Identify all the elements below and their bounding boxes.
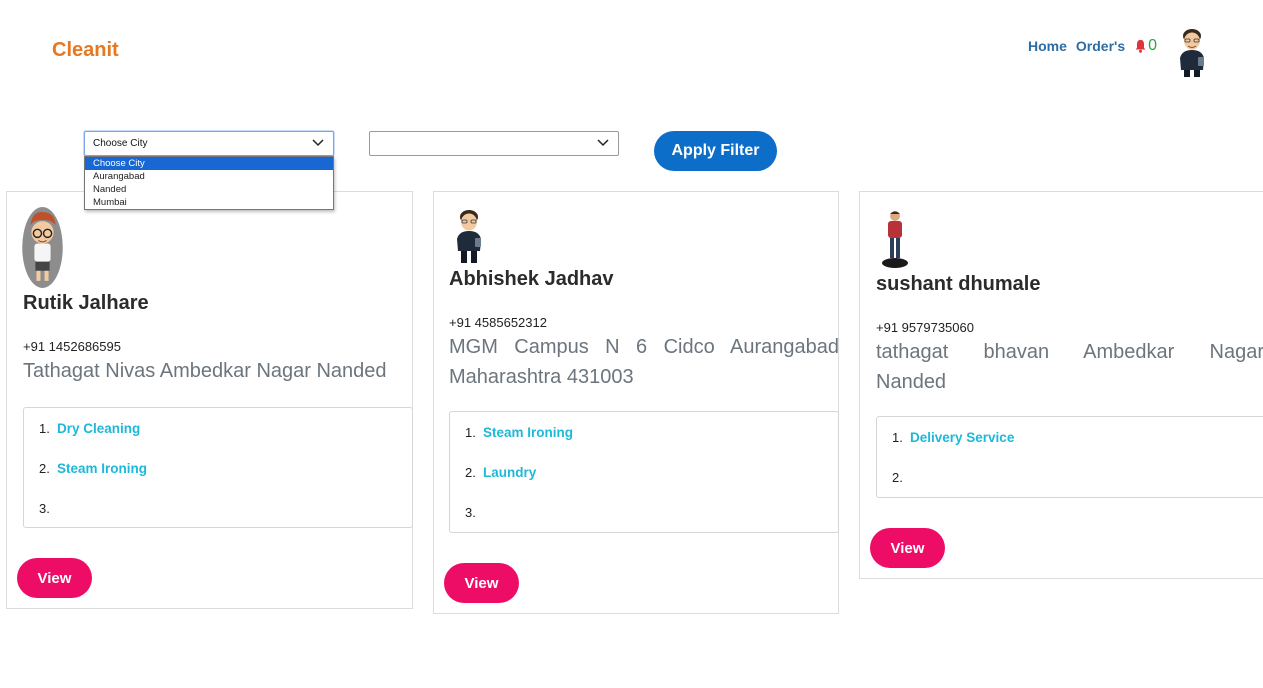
city-select[interactable]: Choose City xyxy=(84,131,334,156)
provider-phone: +91 9579735060 xyxy=(876,320,974,335)
service-link[interactable]: Steam Ironing xyxy=(483,425,573,440)
service-number: 2. xyxy=(465,465,476,480)
provider-avatar-icon xyxy=(457,210,481,263)
provider-card: Abhishek Jadhav +91 4585652312 MGM Campu… xyxy=(433,191,839,614)
city-option-aurangabad[interactable]: Aurangabad xyxy=(85,170,333,183)
service-number: 3. xyxy=(39,501,50,516)
list-item: 2. xyxy=(892,470,910,485)
service-link[interactable]: Steam Ironing xyxy=(57,461,147,476)
notification-count: 0 xyxy=(1148,37,1158,54)
chevron-down-icon xyxy=(312,139,324,147)
provider-card: Rutik Jalhare +91 1452686595 Tathagat Ni… xyxy=(6,191,413,609)
service-number: 2. xyxy=(892,470,903,485)
user-avatar-icon[interactable] xyxy=(1172,26,1212,78)
provider-address: Tathagat Nivas Ambedkar Nagar Nanded xyxy=(23,360,387,382)
notification-button[interactable]: 0 xyxy=(1134,37,1157,55)
list-item: 1. Delivery Service xyxy=(892,430,1014,445)
provider-name: Rutik Jalhare xyxy=(23,292,149,314)
service-link[interactable]: Dry Cleaning xyxy=(57,421,140,436)
chevron-down-icon xyxy=(597,139,609,147)
list-item: 3. xyxy=(465,505,483,520)
list-item: 1. Dry Cleaning xyxy=(39,421,140,436)
services-list: 1. Dry Cleaning 2. Steam Ironing 3. xyxy=(23,407,413,528)
provider-name: Abhishek Jadhav xyxy=(449,268,614,290)
provider-name: sushant dhumale xyxy=(876,273,1041,295)
provider-address: MGM Campus N 6 Cidco Aurangabad Maharash… xyxy=(449,336,839,388)
city-select-value: Choose City xyxy=(93,138,148,149)
nav-links: Home Order's 0 xyxy=(1028,37,1157,55)
bell-icon xyxy=(1135,39,1146,53)
list-item: 2. Laundry xyxy=(465,465,536,480)
city-option-nanded[interactable]: Nanded xyxy=(85,183,333,196)
service-link[interactable]: Laundry xyxy=(483,465,536,480)
list-item: 2. Steam Ironing xyxy=(39,461,147,476)
provider-avatar-icon xyxy=(882,211,908,268)
service-number: 1. xyxy=(39,421,50,436)
service-number: 1. xyxy=(892,430,903,445)
view-button[interactable]: View xyxy=(17,558,92,598)
nav-orders-link[interactable]: Order's xyxy=(1076,38,1125,54)
city-option-mumbai[interactable]: Mumbai xyxy=(85,196,333,209)
view-button[interactable]: View xyxy=(870,528,945,568)
city-option-choose[interactable]: Choose City xyxy=(85,157,333,170)
brand-logo[interactable]: Cleanit xyxy=(52,39,119,62)
service-link[interactable]: Delivery Service xyxy=(910,430,1014,445)
nav-home-link[interactable]: Home xyxy=(1028,38,1067,54)
provider-avatar-icon xyxy=(22,207,63,288)
service-number: 2. xyxy=(39,461,50,476)
provider-address: tathagat bhavan Ambedkar Nagar Nanded xyxy=(876,341,1263,393)
provider-phone: +91 1452686595 xyxy=(23,339,121,354)
view-button[interactable]: View xyxy=(444,563,519,603)
list-item: 3. xyxy=(39,501,57,516)
list-item: 1. Steam Ironing xyxy=(465,425,573,440)
area-select[interactable] xyxy=(369,131,619,156)
service-number: 1. xyxy=(465,425,476,440)
provider-phone: +91 4585652312 xyxy=(449,315,547,330)
provider-card: sushant dhumale +91 9579735060 tathagat … xyxy=(859,191,1263,579)
city-dropdown-list: Choose City Aurangabad Nanded Mumbai xyxy=(84,156,334,210)
service-number: 3. xyxy=(465,505,476,520)
services-list: 1. Steam Ironing 2. Laundry 3. xyxy=(449,411,839,533)
apply-filter-button[interactable]: Apply Filter xyxy=(654,131,777,171)
services-list: 1. Delivery Service 2. xyxy=(876,416,1263,498)
